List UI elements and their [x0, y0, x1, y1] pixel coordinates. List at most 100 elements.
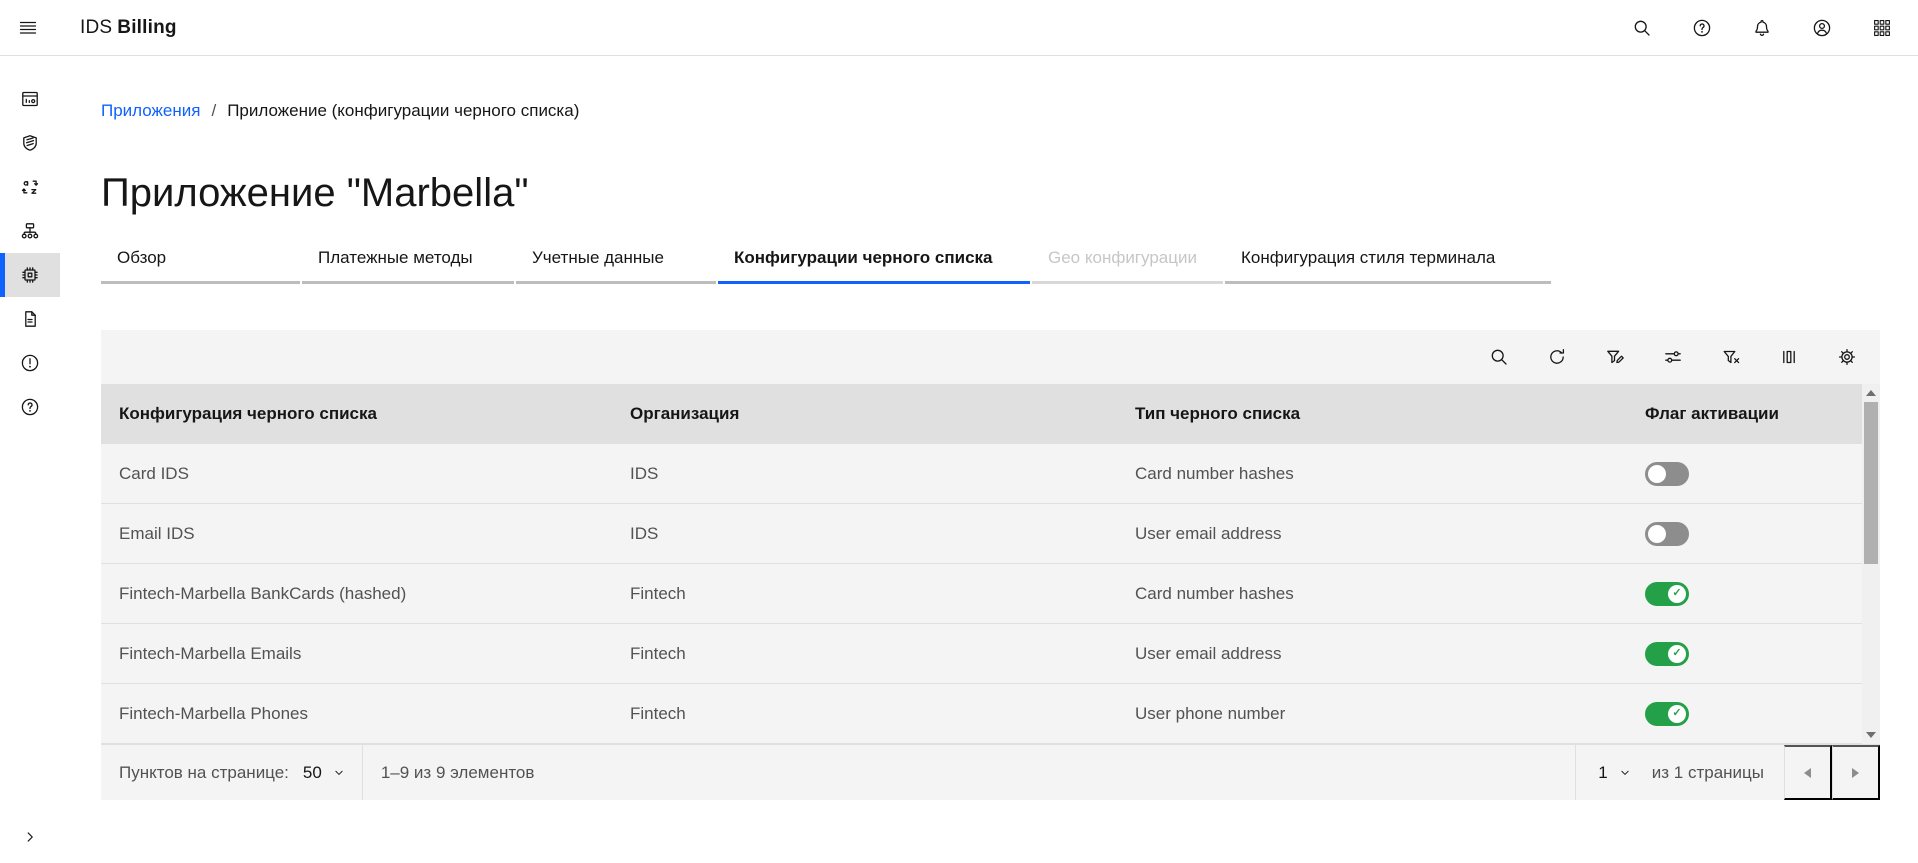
activation-toggle[interactable] [1645, 582, 1689, 606]
cell-type: User email address [1117, 504, 1627, 563]
settings-gear-icon[interactable] [1818, 333, 1876, 381]
table-header-row: Конфигурация черного списка Организация … [101, 384, 1862, 444]
settings-adjust-icon[interactable] [1644, 333, 1702, 381]
document-icon [20, 309, 40, 329]
pages-total-text: из 1 страницы [1646, 763, 1784, 783]
column-header-type: Тип черного списка [1117, 384, 1627, 444]
breadcrumb-current: Приложение (конфигурации черного списка) [227, 101, 579, 121]
tab-label: Учетные данные [532, 248, 664, 267]
cell-type: Card number hashes [1117, 564, 1627, 623]
cell-organization: Fintech [612, 684, 1117, 743]
sidenav-item-documents[interactable] [0, 297, 60, 341]
menu-icon[interactable] [0, 0, 56, 55]
tab-label: Обзор [117, 248, 166, 267]
breadcrumb: Приложения / Приложение (конфигурации че… [101, 101, 579, 121]
table-row: Email IDS IDS User email address [101, 504, 1862, 564]
column-icon[interactable] [1760, 333, 1818, 381]
tab-credentials[interactable]: Учетные данные [516, 234, 716, 284]
activation-toggle[interactable] [1645, 522, 1689, 546]
page-title: Приложение "Marbella" [101, 171, 529, 216]
table-search-icon[interactable] [1470, 333, 1528, 381]
side-nav [0, 57, 60, 863]
toggle-knob [1648, 465, 1666, 483]
sort-az-icon [20, 177, 40, 197]
help-icon[interactable] [1672, 0, 1732, 55]
sidenav-expand-button[interactable] [0, 815, 60, 859]
refresh-icon[interactable] [1528, 333, 1586, 381]
caret-left-icon [1804, 768, 1811, 778]
activation-toggle[interactable] [1645, 462, 1689, 486]
tab-terminal-style[interactable]: Конфигурация стиля терминала [1225, 234, 1551, 284]
tab-label: Платежные методы [318, 248, 473, 267]
scroll-down-arrow[interactable] [1862, 728, 1880, 742]
cell-organization: IDS [612, 504, 1117, 563]
table-row: Card IDS IDS Card number hashes [101, 444, 1862, 504]
app-switcher-icon[interactable] [1852, 0, 1912, 55]
filter-edit-icon[interactable] [1586, 333, 1644, 381]
brand-prefix: IDS [80, 17, 112, 38]
app-header: IDSBilling [0, 0, 1918, 56]
sidenav-item-hierarchy[interactable] [0, 209, 60, 253]
tab-label: Geo конфигурации [1048, 248, 1197, 267]
next-page-button[interactable] [1832, 745, 1880, 800]
dashboard-icon [20, 89, 40, 109]
column-header-config: Конфигурация черного списка [101, 384, 612, 444]
sidenav-item-transliterate[interactable] [0, 165, 60, 209]
help-circle-icon [20, 397, 40, 417]
cell-config: Fintech-Marbella Emails [101, 624, 612, 683]
caret-right-icon [1852, 768, 1859, 778]
chevron-down-icon [332, 766, 346, 780]
table-scrollbar[interactable] [1862, 384, 1880, 744]
cell-config: Fintech-Marbella BankCards (hashed) [101, 564, 612, 623]
cell-organization: IDS [612, 444, 1117, 503]
chip-icon [20, 265, 40, 285]
toggle-knob [1668, 705, 1686, 723]
activation-toggle[interactable] [1645, 702, 1689, 726]
chevron-down-icon [1618, 766, 1632, 780]
breadcrumb-link-applications[interactable]: Приложения [101, 101, 200, 121]
scroll-up-arrow[interactable] [1862, 386, 1880, 400]
notifications-icon[interactable] [1732, 0, 1792, 55]
app-brand[interactable]: IDSBilling [80, 17, 177, 39]
search-icon[interactable] [1612, 0, 1672, 55]
page-number-select[interactable]: 1 [1575, 745, 1645, 800]
breadcrumb-separator: / [211, 101, 216, 121]
sidenav-item-applications[interactable] [0, 253, 60, 297]
brand-name: Billing [117, 17, 176, 38]
warning-icon [20, 353, 40, 373]
activation-toggle[interactable] [1645, 642, 1689, 666]
account-icon[interactable] [1792, 0, 1852, 55]
previous-page-button[interactable] [1784, 745, 1832, 800]
tab-label: Конфигурация стиля терминала [1241, 248, 1495, 267]
cell-type: User email address [1117, 624, 1627, 683]
table-toolbar [101, 330, 1880, 384]
column-header-organization: Организация [612, 384, 1117, 444]
cell-type: User phone number [1117, 684, 1627, 743]
scrollbar-thumb[interactable] [1864, 402, 1878, 564]
sidenav-item-incidents[interactable] [0, 341, 60, 385]
items-per-page-value: 50 [303, 763, 322, 783]
cell-config: Card IDS [101, 444, 612, 503]
tab-blacklist-configs[interactable]: Конфигурации черного списка [718, 234, 1030, 284]
tab-payment-methods[interactable]: Платежные методы [302, 234, 514, 284]
table-row: Fintech-Marbella Emails Fintech User ema… [101, 624, 1862, 684]
toggle-knob [1648, 525, 1666, 543]
pagination-bar: Пунктов на странице: 50 1–9 из 9 элемент… [101, 744, 1880, 800]
sidenav-item-dashboard[interactable] [0, 77, 60, 121]
network-hierarchy-icon [20, 221, 40, 241]
toggle-knob [1668, 585, 1686, 603]
table-row: Fintech-Marbella BankCards (hashed) Fint… [101, 564, 1862, 624]
items-per-page-label: Пунктов на странице: [101, 763, 289, 783]
data-table: Конфигурация черного списка Организация … [101, 330, 1880, 800]
security-shield-icon [20, 133, 40, 153]
cell-organization: Fintech [612, 564, 1117, 623]
sidenav-item-security[interactable] [0, 121, 60, 165]
cell-type: Card number hashes [1117, 444, 1627, 503]
tab-overview[interactable]: Обзор [101, 234, 300, 284]
pagination-range-text: 1–9 из 9 элементов [363, 763, 535, 783]
sidenav-item-support[interactable] [0, 385, 60, 429]
cell-organization: Fintech [612, 624, 1117, 683]
filter-remove-icon[interactable] [1702, 333, 1760, 381]
tab-bar: Обзор Платежные методы Учетные данные Ко… [101, 234, 1553, 284]
items-per-page-select[interactable]: 50 [289, 745, 362, 800]
